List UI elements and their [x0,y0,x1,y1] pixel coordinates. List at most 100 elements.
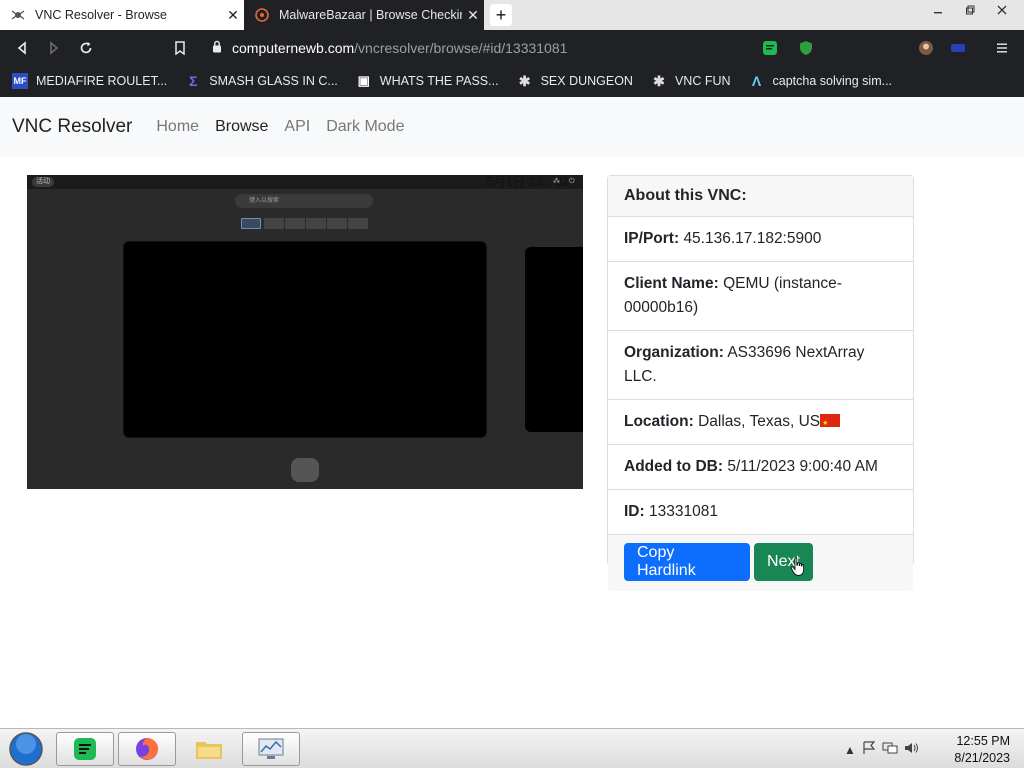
tab-title: MalwareBazaar | Browse Checking [279,8,462,22]
system-tray: ▲ [844,741,926,758]
firefox-icon [136,738,158,760]
profile-avatar[interactable] [916,38,936,58]
bookmark-label: SMASH GLASS IN C... [209,74,338,88]
location-value: Dallas, Texas, US [698,413,821,430]
url-path: /vncresolver/browse/#id/13331081 [354,40,568,56]
extension-shield-icon[interactable] [796,38,816,58]
extension-blue-icon[interactable] [948,38,968,58]
site-brand[interactable]: VNC Resolver [12,116,132,138]
bookmark-label: VNC FUN [674,74,731,88]
remote-top-bar: 活动 5月1日 23：32 ⁂ ⏻ [27,175,583,189]
workspace-thumb [327,218,347,229]
close-icon[interactable]: ✕ [222,7,244,24]
close-icon[interactable]: ✕ [462,7,484,24]
remote-window [525,247,583,432]
id-value: 13331081 [648,503,718,520]
tab-title: VNC Resolver - Browse [35,8,167,22]
location-label: Location: [624,413,694,430]
id-row: ID: 13331081 [608,490,913,535]
spider-icon: ✱ [518,72,531,89]
network-icon[interactable] [882,741,898,758]
bookmark-vnc-fun[interactable]: ✱ VNC FUN [651,72,731,89]
remote-window [123,241,487,438]
bookmark-smash-glass[interactable]: Σ SMASH GLASS IN C... [185,73,338,89]
tab-malwarebazaar[interactable]: MalwareBazaar | Browse Checking ✕ [244,0,484,30]
clock-date: 8/21/2023 [954,751,1010,765]
remote-search-field: 键入以搜索 [235,194,373,208]
taskbar-explorer[interactable] [180,732,238,766]
location-row: Location: Dallas, Texas, US [608,400,913,445]
volume-icon[interactable] [904,741,920,758]
nav-home[interactable]: Home [156,118,199,136]
close-window-button[interactable] [986,0,1018,20]
bookmark-icon[interactable] [164,32,196,64]
flag-icon[interactable] [862,741,876,758]
china-flag-icon [820,412,841,436]
monitor-icon: ▣ [357,73,370,88]
remote-activities-label: 活动 [32,177,54,187]
bookmark-whats-the-pass[interactable]: ▣ WHATS THE PASS... [356,73,499,89]
organization-row: Organization: AS33696 NextArray LLC. [608,331,913,400]
monitor-chart-icon [258,738,284,759]
taskbar-remote-app[interactable] [242,732,300,766]
workspace-thumb [306,218,326,229]
workspace-thumb [241,218,261,229]
bookmark-label: MEDIAFIRE ROULET... [36,74,168,88]
client-name-row: Client Name: QEMU (instance-00000b16) [608,262,913,331]
address-bar[interactable]: computernewb.com/vncresolver/browse/#id/… [202,34,830,62]
network-icon: ⁂ [553,178,560,185]
next-button[interactable]: Next [754,543,813,581]
taskbar-firefox[interactable] [118,732,176,766]
window-controls [922,0,1018,20]
card-header: About this VNC: [608,176,913,217]
back-icon[interactable] [6,32,38,64]
minimize-button[interactable] [922,0,954,20]
ip-port-label: IP/Port: [624,230,680,247]
tray-expand-icon[interactable]: ▲ [844,743,856,757]
nav-dark-mode[interactable]: Dark Mode [326,118,404,136]
remote-dock [291,458,319,482]
added-to-db-value: 5/11/2023 9:00:40 AM [727,458,878,475]
vnc-info-card: About this VNC: IP/Port: 45.136.17.182:5… [607,175,914,591]
taskbar-notes-app[interactable] [56,732,114,766]
lock-icon [212,40,222,56]
site-navbar: VNC Resolver Home Browse API Dark Mode [0,97,1024,157]
lambda-icon: Λ [751,73,762,89]
hand-cursor-icon [790,557,805,576]
organization-label: Organization: [624,344,724,361]
nav-browse[interactable]: Browse [215,118,268,136]
url-host: computernewb.com [232,40,355,56]
ip-port-value: 45.136.17.182:5900 [683,230,822,247]
folder-icon [196,742,222,759]
client-name-label: Client Name: [624,275,719,292]
workspace-thumb [264,218,284,229]
taskbar-clock[interactable]: 12:55 PM 8/21/2023 [954,733,1010,767]
ip-port-row: IP/Port: 45.136.17.182:5900 [608,217,913,262]
biohazard-icon [254,7,270,23]
restore-button[interactable] [954,0,986,20]
reload-icon[interactable] [70,32,102,64]
notes-icon [74,738,96,760]
extension-notes-icon[interactable] [760,38,780,58]
new-tab-button[interactable]: + [490,4,512,26]
menu-icon[interactable] [992,38,1012,58]
clock-time: 12:55 PM [956,734,1010,748]
forward-icon[interactable] [38,32,70,64]
bookmark-sex-dungeon[interactable]: ✱ SEX DUNGEON [517,73,633,89]
tab-vnc-resolver[interactable]: VNC Resolver - Browse ✕ [0,0,244,30]
bookmark-captcha[interactable]: Λ captcha solving sim... [749,73,892,89]
id-label: ID: [624,503,645,520]
bookmark-label: SEX DUNGEON [540,74,633,88]
added-to-db-label: Added to DB: [624,458,724,475]
power-icon: ⏻ [569,178,575,185]
tab-strip: VNC Resolver - Browse ✕ MalwareBazaar | … [0,0,1024,30]
bookmark-mediafire[interactable]: MF MEDIAFIRE ROULET... [12,73,167,89]
taskbar: ▲ 12:55 PM 8/21/2023 [0,728,1024,768]
nav-api[interactable]: API [284,118,310,136]
remote-clock: 5月1日 23：32 [486,175,569,189]
card-footer: Copy Hardlink Next [608,535,913,591]
workspace-thumb [348,218,368,229]
copy-hardlink-button[interactable]: Copy Hardlink [624,543,750,581]
start-button[interactable] [6,731,46,767]
spider-icon: ✱ [653,72,665,89]
